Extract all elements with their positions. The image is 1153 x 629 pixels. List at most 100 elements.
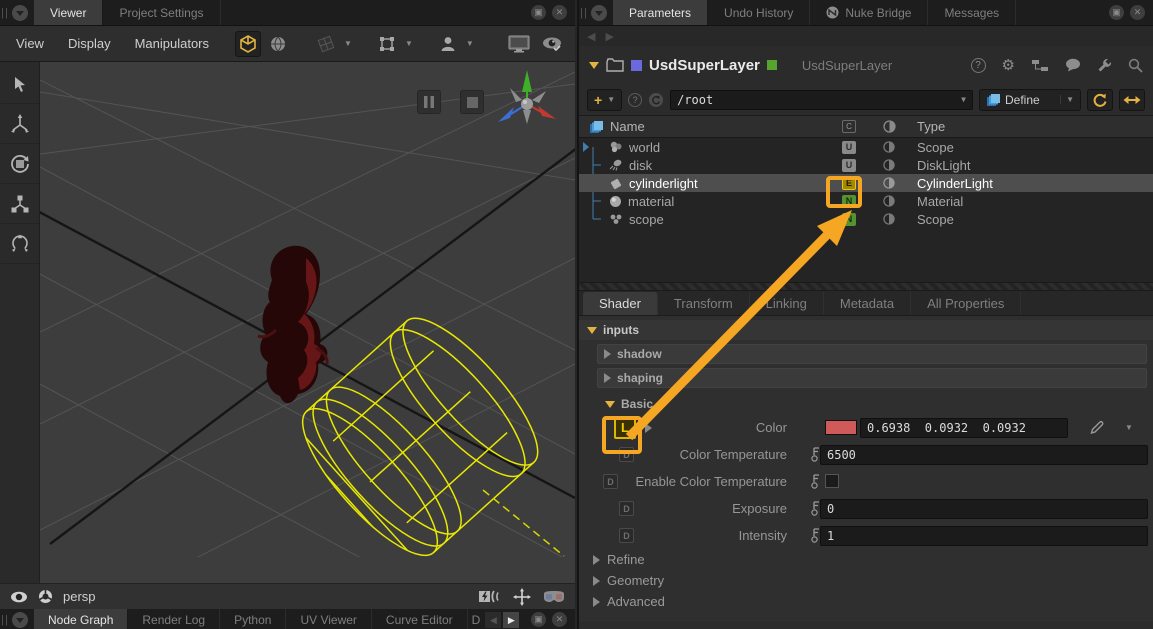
pane-menu-icon[interactable]	[591, 5, 607, 21]
tab-clipped[interactable]: D	[468, 609, 485, 629]
stereo-glasses-icon[interactable]	[543, 590, 565, 603]
layout-caret-icon[interactable]: ▼	[344, 39, 352, 48]
stop-button[interactable]	[460, 90, 484, 114]
pane-popout-icon[interactable]: ▣	[531, 612, 546, 627]
mode-dropdown[interactable]: Define ▼	[979, 89, 1081, 111]
tab-scroll-left-icon[interactable]: ◀	[484, 611, 502, 629]
value-state-icon[interactable]	[811, 474, 821, 490]
selection-caret-icon[interactable]: ▼	[405, 39, 413, 48]
rotate-tool-button[interactable]	[1, 144, 39, 184]
nav-forward-icon[interactable]: ▶	[605, 30, 613, 43]
camera-aperture-icon[interactable]	[38, 589, 53, 604]
nav-back-icon[interactable]: ◀	[587, 30, 595, 43]
mode-caret-icon[interactable]: ▼	[1060, 95, 1074, 104]
eye-icon[interactable]	[10, 591, 28, 603]
color-options-caret-icon[interactable]: ▼	[1125, 423, 1133, 432]
shaping-section[interactable]: shaping	[597, 368, 1147, 388]
shadow-section[interactable]: shadow	[597, 344, 1147, 364]
orbit-tool-button[interactable]	[1, 224, 39, 264]
intensity-field[interactable]: 1	[820, 526, 1148, 546]
tab-all-properties[interactable]: All Properties	[911, 292, 1021, 315]
tree-row-material[interactable]: material N Material	[579, 192, 1153, 210]
geometry-section[interactable]: Geometry	[579, 570, 1153, 591]
color-value-field[interactable]: 0.6938 0.0932 0.0932	[860, 418, 1068, 438]
column-name-header[interactable]: Name	[610, 119, 645, 134]
selection-mode-button[interactable]	[374, 31, 400, 57]
tab-curve-editor[interactable]: Curve Editor	[372, 609, 468, 629]
tree-row-cylinderlight[interactable]: cylinderlight E CylinderLight	[579, 174, 1153, 192]
node-color-swatch[interactable]	[631, 60, 642, 71]
add-location-button[interactable]: + ▼	[587, 89, 622, 111]
pause-button[interactable]	[417, 90, 441, 114]
visibility-icon[interactable]	[883, 159, 895, 171]
node-name[interactable]: UsdSuperLayer	[649, 57, 760, 74]
visibility-icon[interactable]	[883, 177, 895, 189]
visibility-icon[interactable]	[883, 195, 895, 207]
menu-manipulators[interactable]: Manipulators	[125, 36, 219, 51]
refine-section[interactable]: Refine	[579, 549, 1153, 570]
column-type-header[interactable]: Type	[909, 119, 945, 134]
edit-state-badge[interactable]: U	[842, 141, 856, 154]
person-caret-icon[interactable]: ▼	[466, 39, 474, 48]
camera-name-label[interactable]: persp	[63, 589, 96, 604]
pane-drag-handle[interactable]: ||	[0, 0, 10, 25]
refresh-button[interactable]	[1087, 89, 1113, 111]
render-flash-icon[interactable]	[479, 590, 501, 603]
pane-popout-icon[interactable]: ▣	[531, 5, 546, 20]
pane-drag-handle[interactable]: ||	[0, 609, 10, 629]
panel-splitter[interactable]	[579, 282, 1153, 291]
pane-close-icon[interactable]: ✕	[552, 612, 567, 627]
tab-nuke-bridge[interactable]: Nuke Bridge	[810, 0, 928, 25]
viewport-3d[interactable]	[40, 62, 575, 583]
monitor-icon[interactable]	[507, 34, 531, 54]
tree-row-scope[interactable]: scope N Scope	[579, 210, 1153, 228]
tab-python[interactable]: Python	[220, 609, 286, 629]
search-icon[interactable]	[1128, 58, 1143, 73]
scale-tool-button[interactable]	[1, 184, 39, 224]
camera-person-button[interactable]	[435, 31, 461, 57]
pane-popout-icon[interactable]: ▣	[1109, 5, 1124, 20]
tab-scroll-right-icon[interactable]: ▶	[502, 611, 520, 629]
node-graph-link-icon[interactable]	[1031, 59, 1049, 72]
tab-viewer[interactable]: Viewer	[34, 0, 103, 25]
visibility-check-icon[interactable]	[541, 35, 563, 53]
axis-gizmo[interactable]	[498, 70, 556, 124]
tab-metadata[interactable]: Metadata	[824, 292, 911, 315]
edit-state-badge[interactable]: U	[842, 159, 856, 172]
pane-close-icon[interactable]: ✕	[552, 5, 567, 20]
gear-icon[interactable]: ⚙	[1002, 56, 1015, 74]
swap-button[interactable]	[1119, 89, 1145, 111]
pan-move-icon[interactable]	[513, 588, 531, 606]
visibility-column-icon[interactable]	[883, 120, 896, 133]
eyedropper-icon[interactable]	[1089, 420, 1104, 435]
tree-row-disk[interactable]: disk U DiskLight	[579, 156, 1153, 174]
tab-shader[interactable]: Shader	[583, 292, 658, 315]
select-tool-button[interactable]	[1, 64, 39, 104]
tab-project-settings[interactable]: Project Settings	[103, 0, 220, 25]
pane-drag-handle[interactable]: ||	[579, 0, 589, 25]
path-caret-icon[interactable]: ▼	[961, 95, 966, 104]
menu-view[interactable]: View	[6, 36, 54, 51]
node-collapse-icon[interactable]	[589, 62, 599, 69]
tab-render-log[interactable]: Render Log	[128, 609, 220, 629]
default-value-badge[interactable]: D	[603, 474, 618, 489]
tab-uv-viewer[interactable]: UV Viewer	[286, 609, 371, 629]
menu-display[interactable]: Display	[58, 36, 121, 51]
default-value-badge[interactable]: D	[619, 528, 634, 543]
exposure-field[interactable]: 0	[820, 499, 1148, 519]
column-edit-header[interactable]: C	[842, 120, 856, 133]
comment-bubble-icon[interactable]	[1065, 58, 1081, 72]
tab-linking[interactable]: Linking	[750, 292, 824, 315]
tab-parameters[interactable]: Parameters	[613, 0, 708, 25]
lighting-mode-button[interactable]	[265, 31, 291, 57]
help-icon[interactable]: ?	[628, 93, 642, 107]
inputs-group-header[interactable]: inputs	[579, 320, 1153, 340]
tab-messages[interactable]: Messages	[928, 0, 1016, 25]
location-path-field[interactable]: /root ▼	[670, 90, 973, 110]
advanced-section[interactable]: Advanced	[579, 591, 1153, 612]
default-value-badge[interactable]: D	[619, 501, 634, 516]
tab-node-graph[interactable]: Node Graph	[34, 609, 128, 629]
pane-menu-icon[interactable]	[12, 5, 28, 21]
edit-state-badge[interactable]: N	[842, 213, 856, 226]
help-icon[interactable]: ?	[971, 58, 986, 73]
